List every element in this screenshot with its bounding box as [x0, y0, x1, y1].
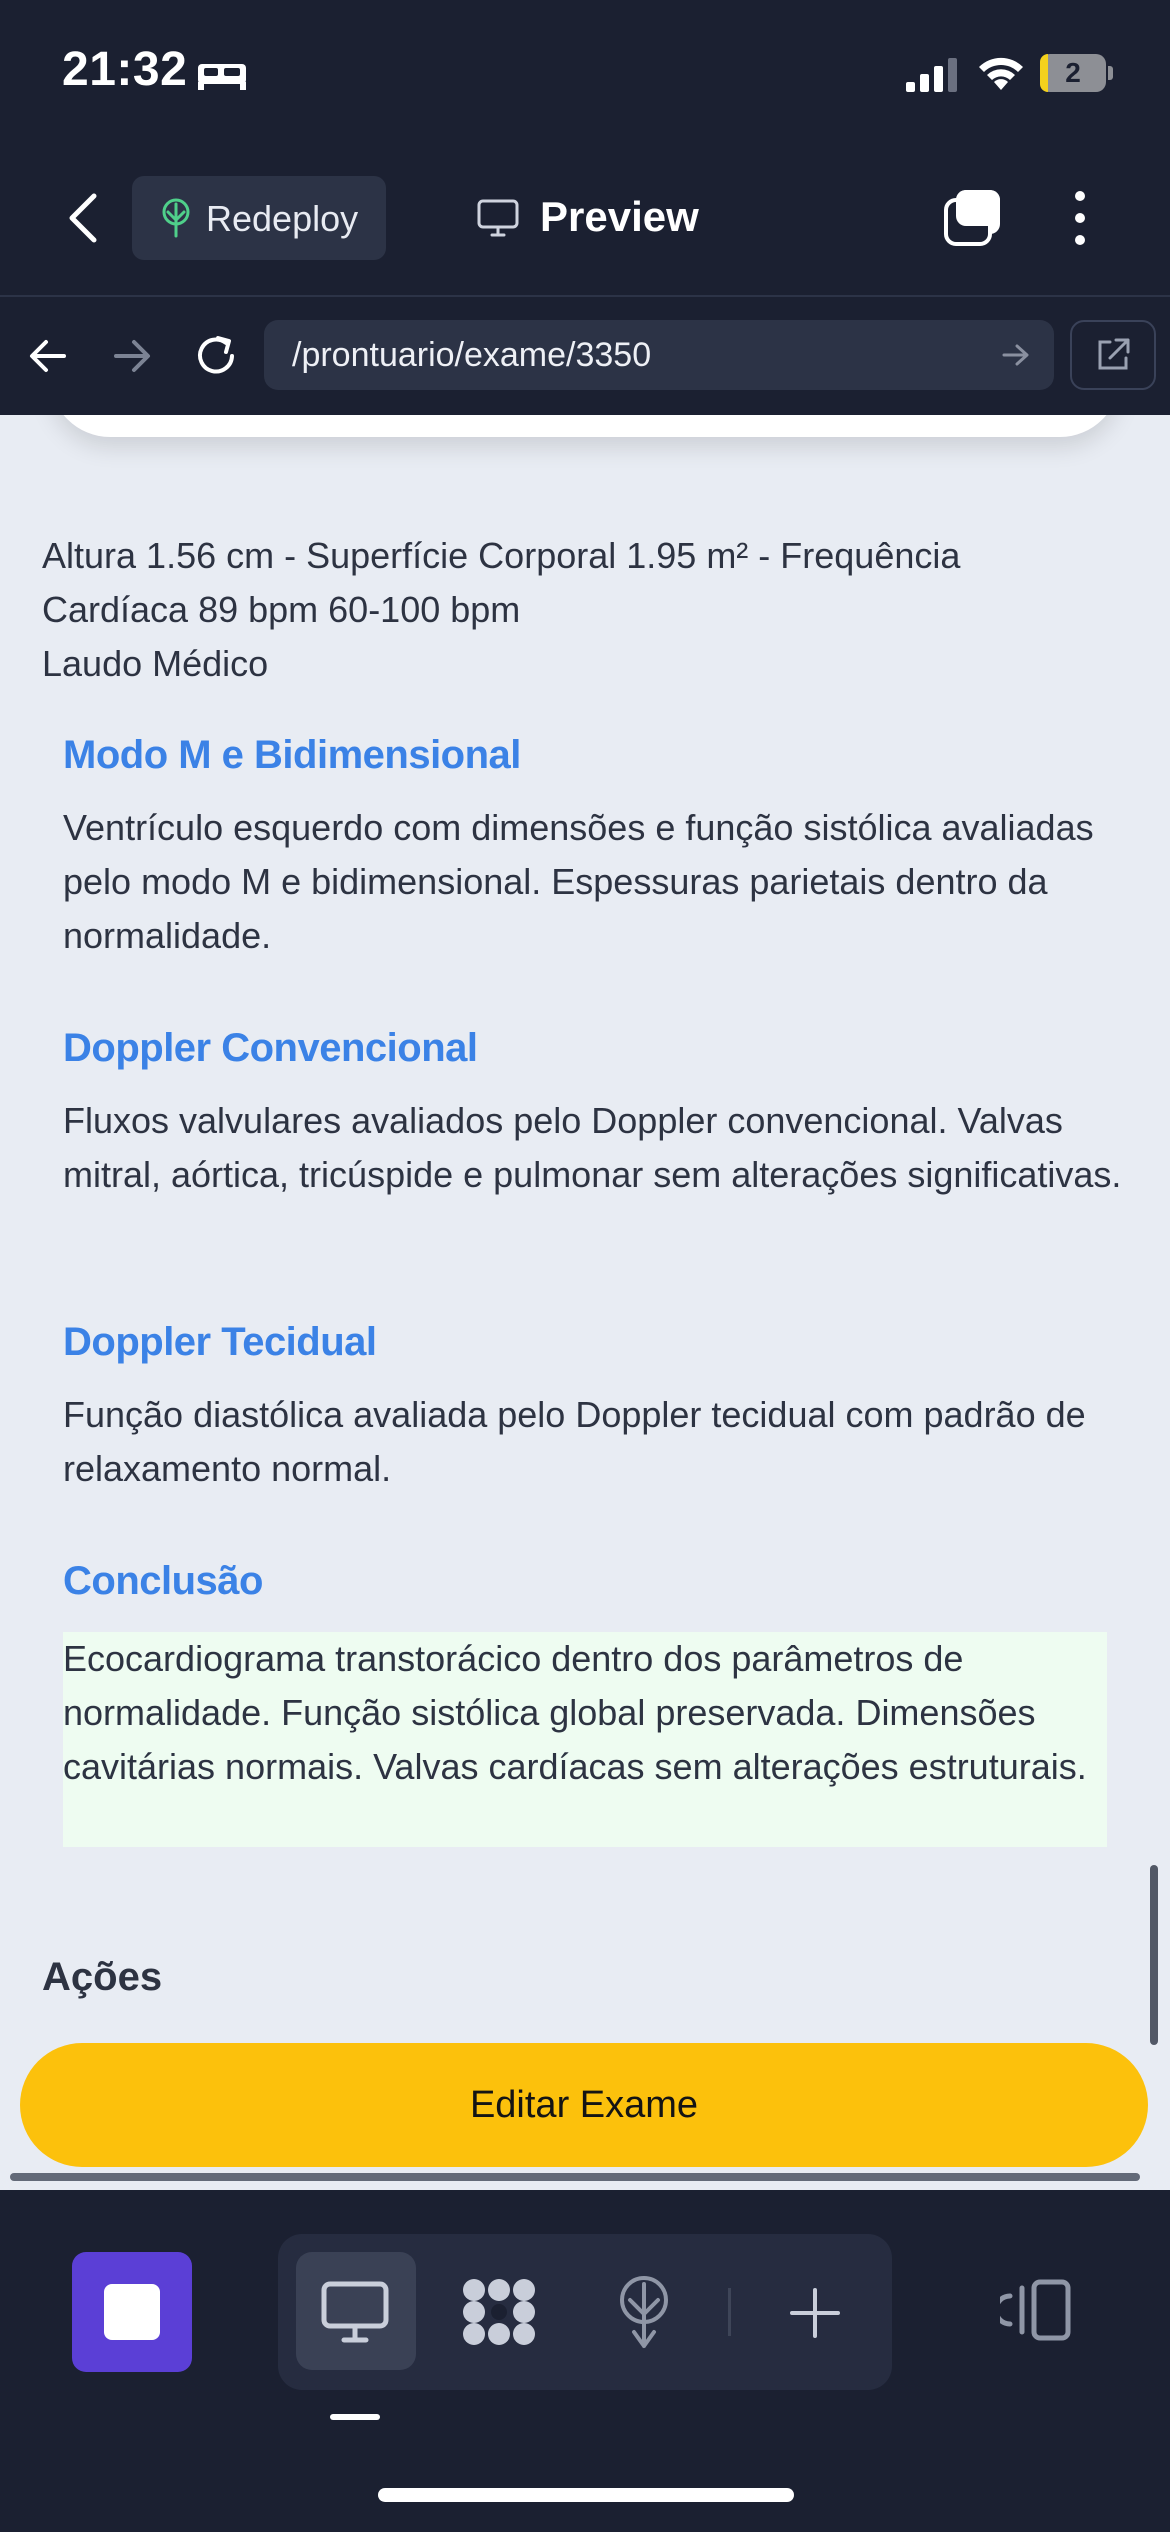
section-body: Ventrículo esquerdo com dimensões e funç… — [63, 807, 1094, 956]
reload-icon[interactable] — [192, 332, 240, 380]
browser-back-icon[interactable] — [26, 336, 70, 376]
edit-exam-button[interactable]: Editar Exame — [20, 2043, 1148, 2167]
wifi-icon — [979, 57, 1023, 90]
actions-heading: Ações — [42, 1955, 163, 1999]
sleep-bed-icon — [198, 64, 246, 90]
section-title: Doppler Convencional — [63, 1026, 478, 1070]
conclusion-title: Conclusão — [63, 1559, 263, 1603]
report-label: Laudo Médico — [42, 643, 269, 684]
vertical-scrollbar[interactable] — [1150, 1865, 1158, 2045]
more-vertical-icon[interactable] — [1066, 188, 1094, 248]
deploy-tree-icon[interactable] — [614, 2274, 674, 2350]
stop-icon — [104, 2284, 160, 2340]
preview-title[interactable]: Preview — [540, 193, 699, 241]
cellular-signal-icon — [906, 58, 957, 92]
divider — [728, 2288, 731, 2336]
section-title: Modo M e Bidimensional — [63, 733, 521, 777]
web-content: Altura 1.56 cm - Superfície Corporal 1.9… — [0, 415, 1170, 2190]
active-tab-indicator — [330, 2414, 380, 2420]
section-body: Função diastólica avaliada pelo Doppler … — [63, 1394, 1086, 1489]
card-bottom-edge — [50, 415, 1120, 437]
external-link-icon — [1098, 338, 1130, 370]
monitor-icon — [321, 2281, 389, 2343]
add-icon[interactable] — [788, 2286, 842, 2340]
monitor-icon — [477, 199, 519, 237]
battery-icon: 2 — [1040, 54, 1106, 92]
status-time: 21:32 — [62, 43, 188, 96]
patient-info-line: Cardíaca 89 bpm 60-100 bpm — [42, 589, 521, 630]
home-indicator[interactable] — [378, 2488, 794, 2502]
conclusion-body: Ecocardiograma transtorácico dentro dos … — [63, 1638, 1087, 1787]
status-bar: 21:32 2 — [0, 0, 1170, 150]
layout-toggle-icon[interactable] — [1000, 2278, 1074, 2342]
url-text: /prontuario/exame/3350 — [292, 336, 652, 374]
battery-tip — [1108, 66, 1113, 80]
tabs-icon[interactable] — [942, 186, 1004, 248]
redeploy-label: Redeploy — [206, 198, 359, 239]
browser-forward-icon[interactable] — [110, 336, 154, 376]
horizontal-scrollbar[interactable] — [10, 2173, 1140, 2181]
section-body: Fluxos valvulares avaliados pelo Doppler… — [63, 1100, 1122, 1195]
patient-info-line: Altura 1.56 cm - Superfície Corporal 1.9… — [42, 535, 961, 576]
back-chevron-icon[interactable] — [64, 192, 104, 244]
deploy-tree-icon — [162, 198, 190, 238]
workflow-nodes-icon[interactable] — [460, 2276, 538, 2348]
go-arrow-icon[interactable] — [1000, 340, 1032, 370]
battery-level: 2 — [1065, 57, 1081, 88]
section-title: Doppler Tecidual — [63, 1320, 377, 1364]
